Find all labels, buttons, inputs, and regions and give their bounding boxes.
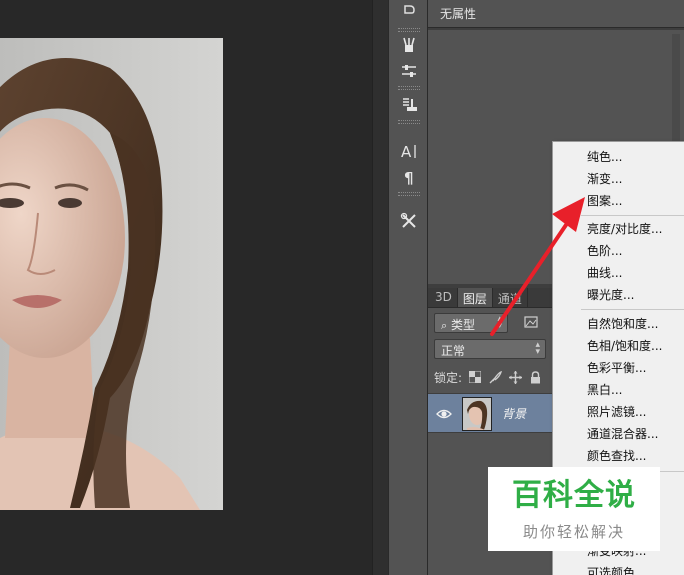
tab-layers[interactable]: 图层 <box>457 288 493 307</box>
menu-item-curves[interactable]: 曲线... <box>587 262 622 284</box>
image-filter-icon[interactable] <box>524 315 538 329</box>
watermark-subtitle: 助你轻松解决 <box>522 523 625 541</box>
document-canvas[interactable] <box>0 0 372 575</box>
watermark: 百科全说 助你轻松解决 <box>488 467 660 551</box>
menu-item-black-white[interactable]: 黑白... <box>587 379 622 401</box>
menu-item-pattern[interactable]: 图案... <box>587 190 622 212</box>
layer-name: 背景 <box>502 407 527 421</box>
lock-label: 锁定: <box>434 370 463 385</box>
dock-grip[interactable] <box>398 120 420 124</box>
paragraph-icon[interactable]: ¶ <box>392 164 426 190</box>
eye-icon[interactable] <box>436 406 452 422</box>
properties-panel-title: 无属性 <box>428 0 684 28</box>
select-arrows-icon: ▴ ▾ <box>497 314 502 331</box>
panel-dock-strip: A ¶ <box>388 0 428 575</box>
menu-item-brightness-contrast[interactable]: 亮度/对比度... <box>587 218 663 240</box>
menu-item-color-lookup[interactable]: 颜色查找... <box>587 445 646 467</box>
lock-image-pixels-icon[interactable] <box>488 370 502 384</box>
menu-item-exposure[interactable]: 曝光度... <box>587 284 634 306</box>
history-icon[interactable] <box>392 0 426 26</box>
menu-item-color-balance[interactable]: 色彩平衡... <box>587 357 646 379</box>
menu-item-solid-color[interactable]: 纯色... <box>587 146 622 168</box>
svg-text:A: A <box>401 143 412 160</box>
svg-text:¶: ¶ <box>404 169 414 186</box>
search-icon: ⌕ <box>441 319 448 332</box>
menu-item-hue-saturation[interactable]: 色相/饱和度... <box>587 335 663 357</box>
portrait-image <box>0 38 223 510</box>
lock-all-icon[interactable] <box>528 370 542 384</box>
tab-channels[interactable]: 通道 <box>493 288 528 307</box>
select-arrows-icon: ▴ ▾ <box>535 340 540 357</box>
menu-item-levels[interactable]: 色阶... <box>587 240 622 262</box>
layer-filter-label: 类型 <box>451 318 476 332</box>
brush-icon[interactable] <box>392 32 426 58</box>
type-icon[interactable]: A <box>392 138 426 164</box>
layer-filter-select[interactable]: ⌕ 类型 ▴ ▾ <box>434 313 508 333</box>
lock-transparent-pixels-icon[interactable] <box>468 370 482 384</box>
blend-mode-value: 正常 <box>441 344 466 358</box>
canvas-scrollbar[interactable] <box>372 0 388 575</box>
menu-item-selective-color[interactable]: 可选颜色... <box>587 562 646 575</box>
lock-position-icon[interactable] <box>508 370 522 384</box>
menu-separator <box>581 309 684 310</box>
menu-item-photo-filter[interactable]: 照片滤镜... <box>587 401 646 423</box>
stamp-icon[interactable] <box>392 92 426 118</box>
menu-item-vibrance[interactable]: 自然饱和度... <box>587 313 658 335</box>
menu-item-channel-mixer[interactable]: 通道混合器... <box>587 423 658 445</box>
blend-mode-select[interactable]: 正常 ▴ ▾ <box>434 339 546 359</box>
adjust-sliders-icon[interactable] <box>392 58 426 84</box>
watermark-title: 百科全说 <box>512 478 636 513</box>
dock-grip[interactable] <box>398 86 420 90</box>
tools-icon[interactable] <box>392 208 426 234</box>
portrait-photo <box>0 38 223 510</box>
menu-item-gradient[interactable]: 渐变... <box>587 168 622 190</box>
layer-thumbnail <box>462 397 492 431</box>
menu-separator <box>581 215 684 216</box>
tab-3d[interactable]: 3D <box>430 288 458 307</box>
dock-grip[interactable] <box>398 192 420 196</box>
lock-row: 锁定: <box>434 367 542 387</box>
